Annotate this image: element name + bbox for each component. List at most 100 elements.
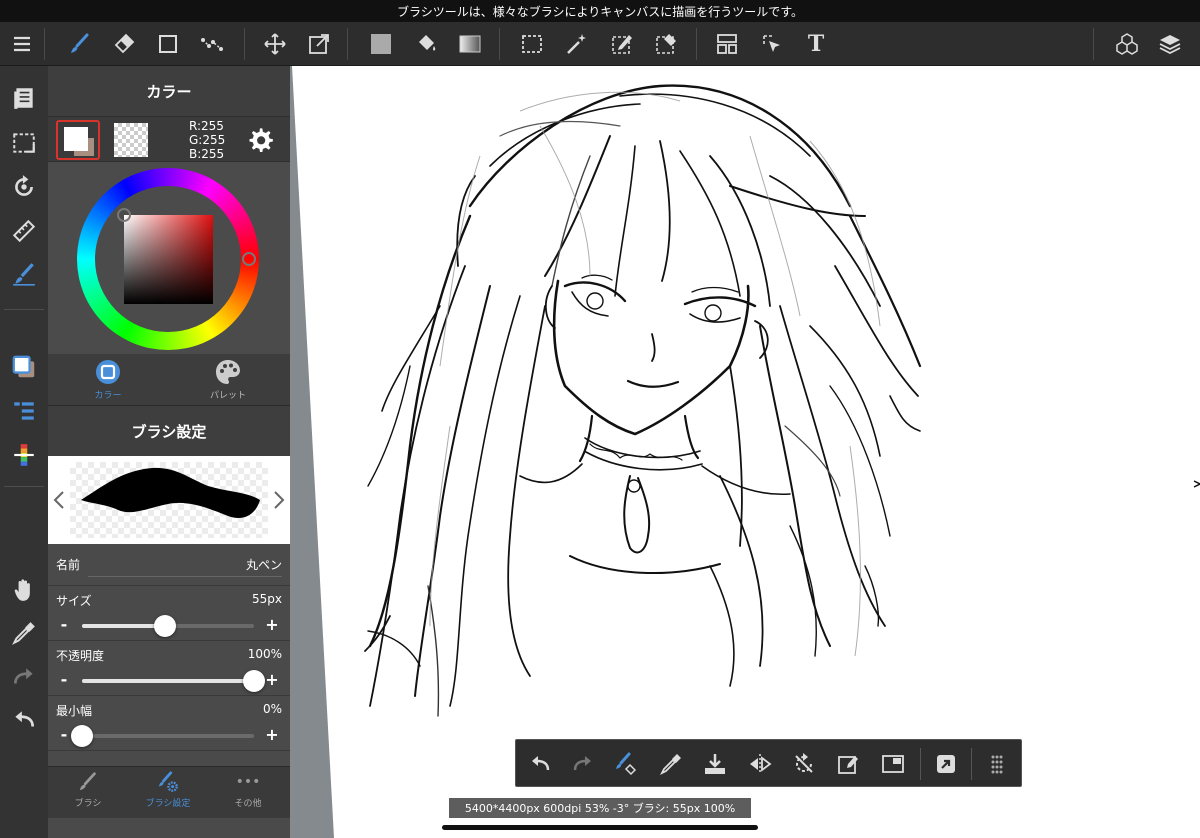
gradient-icon[interactable]	[454, 28, 486, 60]
eyedropper-icon[interactable]	[8, 617, 40, 649]
tab-other[interactable]: ••• その他	[208, 771, 288, 817]
brush-name-row[interactable]: 名前 丸ペン	[48, 544, 290, 586]
qa-save-icon[interactable]	[699, 748, 731, 780]
brush-icon[interactable]	[64, 28, 96, 60]
eraser-icon[interactable]	[108, 28, 140, 60]
b-value: B:255	[189, 147, 225, 161]
transform-icon[interactable]	[303, 28, 335, 60]
palette-icon	[216, 360, 240, 384]
canvas-info-text: 5400*4400px 600dpi 53% -3° ブラシ: 55px 100…	[464, 802, 736, 815]
fill-icon[interactable]	[365, 28, 397, 60]
size-minus-button[interactable]: -	[56, 615, 72, 634]
undo-icon[interactable]	[8, 704, 40, 736]
canvas-artwork	[364, 84, 1200, 717]
main-color-swatch[interactable]	[56, 120, 100, 160]
tab-other-label: その他	[234, 799, 262, 809]
layers-icon[interactable]	[1154, 28, 1186, 60]
sv-cursor[interactable]	[117, 208, 131, 222]
qa-brush-eraser-icon[interactable]	[610, 748, 642, 780]
qa-fit-screen-icon[interactable]	[877, 748, 909, 780]
menu-icon[interactable]	[6, 28, 38, 60]
min-width-plus-button[interactable]: +	[264, 725, 280, 744]
drawing-canvas[interactable]	[290, 66, 1200, 838]
text-icon[interactable]: T	[800, 28, 832, 60]
size-slider[interactable]	[82, 615, 254, 637]
dot-icon[interactable]	[196, 28, 228, 60]
size-slider-knob[interactable]	[153, 615, 176, 637]
opacity-value: 100%	[247, 647, 282, 661]
brush-tab-icon	[79, 772, 96, 791]
size-plus-button[interactable]: +	[264, 615, 280, 634]
opacity-minus-button[interactable]: -	[56, 670, 72, 689]
color-wheel-area	[48, 162, 290, 354]
brush-name-value: 丸ペン	[245, 558, 282, 572]
frame-divide-icon[interactable]	[711, 28, 743, 60]
main-toolbar: T	[0, 22, 1200, 66]
rotate-canvas-icon[interactable]	[8, 171, 40, 203]
min-width-slider[interactable]	[71, 725, 254, 747]
snap-icon[interactable]	[8, 259, 40, 291]
color-panel-title: カラー	[48, 66, 290, 116]
color-swatch-icon[interactable]	[8, 351, 40, 383]
color-tabs: カラー パレット	[48, 354, 290, 406]
select-rect-icon[interactable]	[516, 28, 548, 60]
tab-palette-label: パレット	[209, 391, 246, 401]
brush-stroke-preview	[81, 467, 260, 519]
qa-clear-icon[interactable]	[832, 748, 864, 780]
color-settings-gear-icon[interactable]	[246, 126, 274, 154]
bucket-icon[interactable]	[410, 28, 442, 60]
more-icon: •••	[235, 774, 261, 790]
select-eraser-icon[interactable]	[650, 28, 682, 60]
hue-cursor[interactable]	[242, 252, 256, 266]
min-width-row: 最小幅 0% - +	[48, 696, 290, 751]
tab-color[interactable]: カラー	[48, 358, 168, 404]
opacity-label: 不透明度	[56, 649, 105, 663]
operation-icon[interactable]	[756, 28, 788, 60]
color-bar-icon[interactable]	[8, 439, 40, 471]
qa-redo-icon[interactable]	[567, 748, 599, 780]
qa-flip-icon[interactable]	[744, 748, 776, 780]
min-width-minus-button[interactable]: -	[56, 725, 72, 744]
color-tab-icon	[96, 360, 120, 384]
opacity-slider-knob[interactable]	[243, 670, 265, 692]
qa-undo-icon[interactable]	[524, 748, 556, 780]
quick-access-bar	[515, 739, 1022, 787]
select-toggle-icon[interactable]	[8, 127, 40, 159]
side-panel: カラー R:255 G:255 B:255 カラー パレット ブラシ設定 名前 …	[48, 66, 290, 838]
page-manager-icon[interactable]	[8, 82, 40, 114]
layer-list-icon[interactable]	[8, 395, 40, 427]
tab-brush-settings-label: ブラシ設定	[145, 799, 191, 809]
ruler-icon[interactable]	[8, 215, 40, 247]
brush-next-arrow-icon[interactable]	[270, 488, 288, 512]
min-width-value: 0%	[262, 702, 282, 716]
hand-icon[interactable]	[8, 574, 40, 606]
tab-brush-settings[interactable]: ブラシ設定	[128, 771, 208, 817]
move-icon[interactable]	[259, 28, 291, 60]
size-value: 55px	[252, 592, 282, 606]
home-indicator[interactable]	[442, 825, 758, 830]
select-pen-icon[interactable]	[606, 28, 638, 60]
tab-palette[interactable]: パレット	[168, 358, 288, 404]
brush-prev-arrow-icon[interactable]	[50, 488, 68, 512]
sub-color-swatch[interactable]	[114, 123, 148, 157]
qa-share-icon[interactable]	[930, 748, 962, 780]
min-width-slider-knob[interactable]	[71, 725, 93, 747]
r-value: R:255	[189, 119, 224, 133]
redo-icon[interactable]	[8, 661, 40, 693]
tab-brush[interactable]: ブラシ	[48, 771, 128, 817]
saturation-value-square[interactable]	[124, 215, 213, 304]
brush-settings-tab-icon	[158, 771, 178, 792]
qa-handle-icon[interactable]	[981, 748, 1013, 780]
color-swatches: R:255 G:255 B:255	[48, 116, 290, 162]
left-rail	[0, 66, 48, 838]
material-icon[interactable]	[1111, 28, 1143, 60]
opacity-plus-button[interactable]: +	[264, 670, 280, 689]
panel-bottom-tabs: ブラシ ブラシ設定 ••• その他	[48, 766, 290, 818]
brush-settings-title: ブラシ設定	[48, 406, 290, 456]
magic-wand-icon[interactable]	[561, 28, 593, 60]
rectangle-icon[interactable]	[152, 28, 184, 60]
tooltip-bar: ブラシツールは、様々なブラシによりキャンバスに描画を行うツールです。	[0, 0, 1200, 22]
qa-rotate-reset-icon[interactable]	[788, 748, 820, 780]
qa-eyedropper-icon[interactable]	[655, 748, 687, 780]
opacity-slider[interactable]	[82, 670, 265, 692]
